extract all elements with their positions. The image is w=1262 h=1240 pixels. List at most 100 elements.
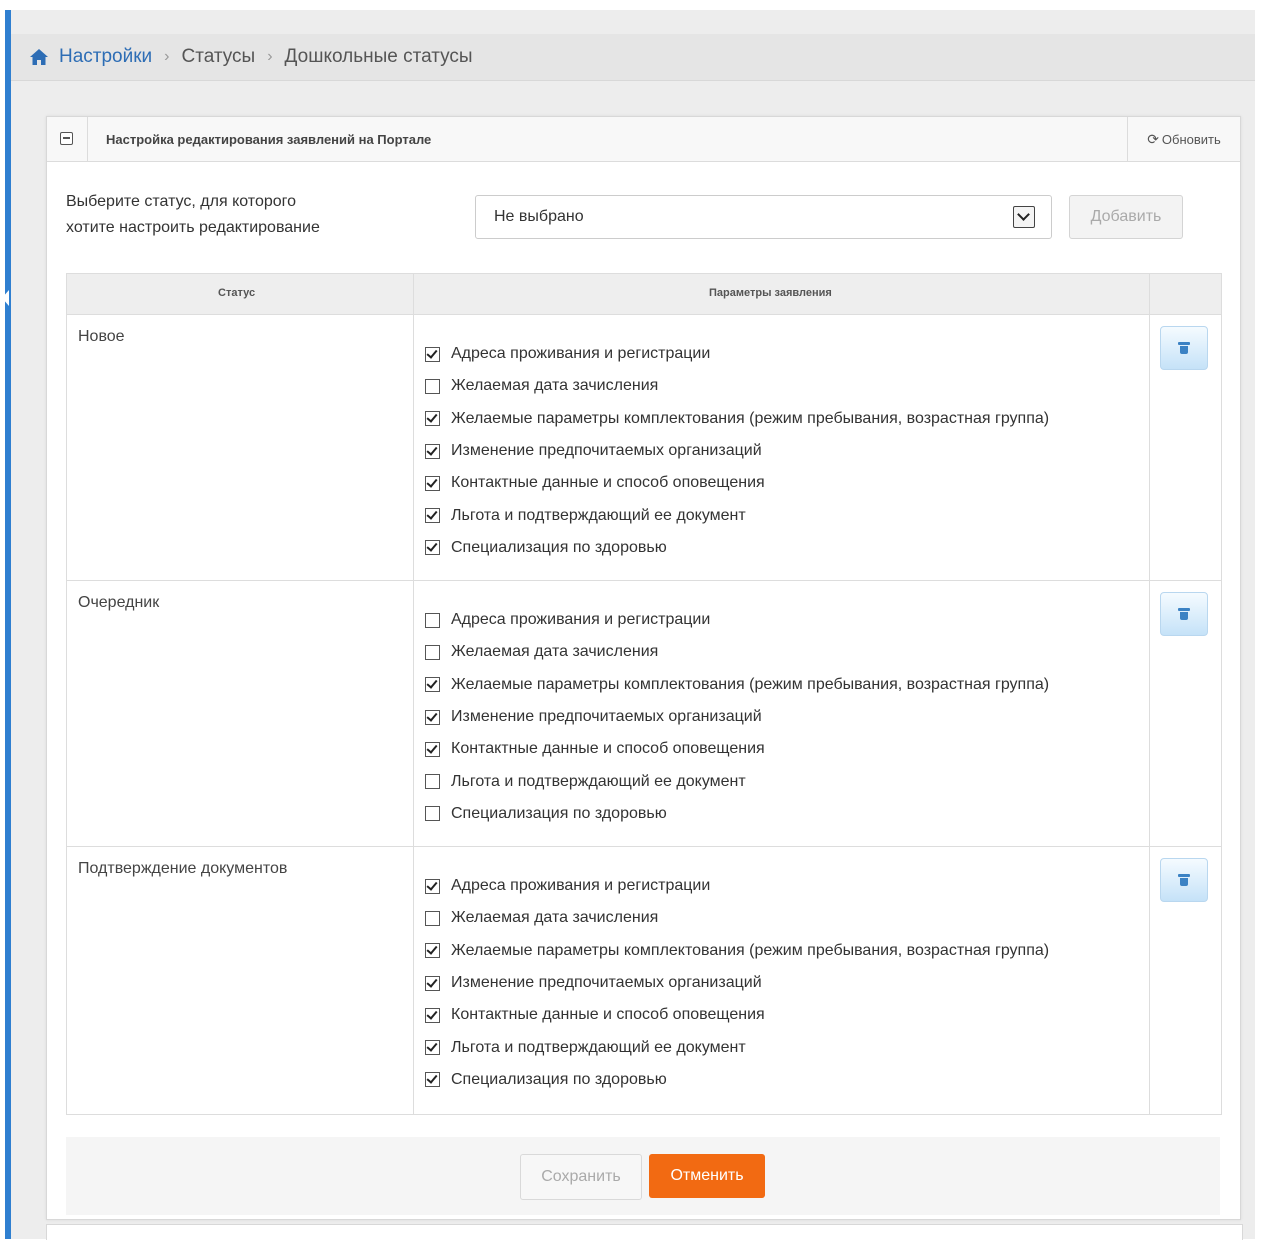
param-option[interactable]: Желаемая дата зачисления	[425, 636, 1049, 668]
param-option[interactable]: Адреса проживания и регистрации	[425, 338, 1049, 370]
param-option[interactable]: Желаемая дата зачисления	[425, 370, 1049, 402]
param-label: Адреса проживания и регистрации	[451, 611, 711, 629]
refresh-button[interactable]: ⟳ Обновить	[1127, 117, 1240, 161]
param-label: Желаемая дата зачисления	[451, 909, 659, 927]
table-row: Подтверждение документов Адреса проживани…	[67, 846, 1221, 1112]
row-params-list: Адреса проживания и регистрации Желаемая …	[425, 338, 1049, 564]
trash-icon	[1178, 608, 1190, 620]
param-label: Адреса проживания и регистрации	[451, 877, 711, 895]
param-label: Контактные данные и способ оповещения	[451, 740, 765, 758]
row-params-list: Адреса проживания и регистрации Желаемая …	[425, 870, 1049, 1096]
param-option[interactable]: Контактные данные и способ оповещения	[425, 733, 1049, 765]
refresh-label: Обновить	[1161, 131, 1221, 147]
param-checkbox[interactable]	[425, 378, 440, 394]
status-select-label-line2: хотите настроить редактирование	[66, 219, 320, 236]
chevron-down-icon[interactable]	[1013, 206, 1035, 228]
trash-icon	[1178, 342, 1190, 354]
table-header: Статус Параметры заявления	[67, 274, 1221, 315]
param-label: Желаемая дата зачисления	[451, 643, 659, 661]
param-checkbox[interactable]	[425, 878, 440, 894]
param-label: Специализация по здоровью	[451, 804, 667, 822]
param-checkbox[interactable]	[425, 677, 440, 693]
param-option[interactable]: Адреса проживания и регистрации	[425, 604, 1049, 636]
add-button[interactable]: Добавить	[1069, 195, 1183, 239]
param-checkbox[interactable]	[425, 475, 440, 491]
delete-row-button[interactable]	[1160, 592, 1208, 636]
form-footer: Сохранить Отменить	[66, 1137, 1220, 1215]
header-divider	[87, 117, 88, 161]
param-option[interactable]: Специализация по здоровью	[425, 532, 1049, 564]
param-option[interactable]: Желаемые параметры комплектования (режим…	[425, 935, 1049, 967]
param-option[interactable]: Контактные данные и способ оповещения	[425, 467, 1049, 499]
param-checkbox[interactable]	[425, 741, 440, 757]
param-label: Адреса проживания и регистрации	[451, 345, 711, 363]
param-label: Льгота и подтверждающий ее документ	[451, 772, 746, 790]
param-label: Желаемые параметры комплектования (режим…	[451, 409, 1050, 427]
row-status-name: Очередник	[78, 594, 160, 611]
param-checkbox[interactable]	[425, 443, 440, 459]
param-label: Изменение предпочитаемых организаций	[451, 708, 762, 726]
param-option[interactable]: Специализация по здоровью	[425, 798, 1049, 830]
param-checkbox[interactable]	[425, 411, 440, 427]
table-row: Новое Адреса проживания и регистрации Жела…	[67, 314, 1221, 581]
param-checkbox[interactable]	[425, 806, 440, 822]
edit-settings-panel: Настройка редактирования заявлений на По…	[46, 116, 1241, 1220]
row-params-list: Адреса проживания и регистрации Желаемая …	[425, 604, 1049, 830]
save-button[interactable]: Сохранить	[520, 1154, 642, 1200]
param-option[interactable]: Изменение предпочитаемых организаций	[425, 701, 1049, 733]
param-checkbox[interactable]	[425, 1040, 440, 1056]
param-option[interactable]: Желаемые параметры комплектования (режим…	[425, 669, 1049, 701]
param-option[interactable]: Льгота и подтверждающий ее документ	[425, 499, 1049, 531]
column-header-params: Параметры заявления	[709, 287, 832, 299]
param-checkbox[interactable]	[425, 1007, 440, 1023]
param-label: Льгота и подтверждающий ее документ	[451, 1038, 746, 1056]
cancel-button[interactable]: Отменить	[649, 1154, 765, 1198]
param-checkbox[interactable]	[425, 1072, 440, 1088]
page: Настройки › Статусы › Дошкольные статусы…	[11, 10, 1255, 1240]
breadcrumb-settings-link[interactable]: Настройки	[59, 46, 152, 68]
home-icon[interactable]	[29, 48, 49, 66]
param-checkbox[interactable]	[425, 540, 440, 556]
param-checkbox[interactable]	[425, 774, 440, 790]
param-option[interactable]: Желаемые параметры комплектования (режим…	[425, 403, 1049, 435]
status-select[interactable]: Не выбрано	[475, 195, 1052, 239]
breadcrumb-statuses[interactable]: Статусы	[182, 46, 256, 68]
delete-row-button[interactable]	[1160, 326, 1208, 370]
param-option[interactable]: Льгота и подтверждающий ее документ	[425, 1031, 1049, 1063]
param-checkbox[interactable]	[425, 612, 440, 628]
param-label: Контактные данные и способ оповещения	[451, 474, 765, 492]
param-option[interactable]: Желаемая дата зачисления	[425, 902, 1049, 934]
param-label: Желаемые параметры комплектования (режим…	[451, 941, 1050, 959]
param-option[interactable]: Специализация по здоровью	[425, 1064, 1049, 1096]
panel-header: Настройка редактирования заявлений на По…	[47, 117, 1240, 162]
param-checkbox[interactable]	[425, 975, 440, 991]
param-checkbox[interactable]	[425, 346, 440, 362]
param-option[interactable]: Изменение предпочитаемых организаций	[425, 967, 1049, 999]
param-label: Желаемые параметры комплектования (режим…	[451, 675, 1050, 693]
param-checkbox[interactable]	[425, 508, 440, 524]
param-label: Изменение предпочитаемых организаций	[451, 442, 762, 460]
param-option[interactable]: Контактные данные и способ оповещения	[425, 999, 1049, 1031]
collapse-icon[interactable]	[60, 132, 73, 145]
param-label: Изменение предпочитаемых организаций	[451, 974, 762, 992]
status-select-label-line1: Выберите статус, для которого	[66, 193, 297, 210]
param-option[interactable]: Адреса проживания и регистрации	[425, 870, 1049, 902]
param-option[interactable]: Изменение предпочитаемых организаций	[425, 435, 1049, 467]
param-label: Специализация по здоровью	[451, 1070, 667, 1088]
param-label: Контактные данные и способ оповещения	[451, 1006, 765, 1024]
param-checkbox[interactable]	[425, 910, 440, 926]
row-status-name: Подтверждение документов	[78, 860, 288, 877]
param-checkbox[interactable]	[425, 644, 440, 660]
param-label: Специализация по здоровью	[451, 538, 667, 556]
row-status-name: Новое	[78, 328, 125, 345]
param-label: Льгота и подтверждающий ее документ	[451, 506, 746, 524]
param-option[interactable]: Льгота и подтверждающий ее документ	[425, 765, 1049, 797]
param-checkbox[interactable]	[425, 943, 440, 959]
sidebar-toggle-arrow-icon[interactable]	[2, 290, 9, 306]
status-select-label: Выберите статус, для которого хотите нас…	[66, 189, 386, 241]
param-checkbox[interactable]	[425, 709, 440, 725]
delete-row-button[interactable]	[1160, 858, 1208, 902]
breadcrumb-separator-icon: ›	[267, 48, 273, 65]
param-label: Желаемая дата зачисления	[451, 377, 659, 395]
next-panel-edge	[46, 1224, 1243, 1240]
